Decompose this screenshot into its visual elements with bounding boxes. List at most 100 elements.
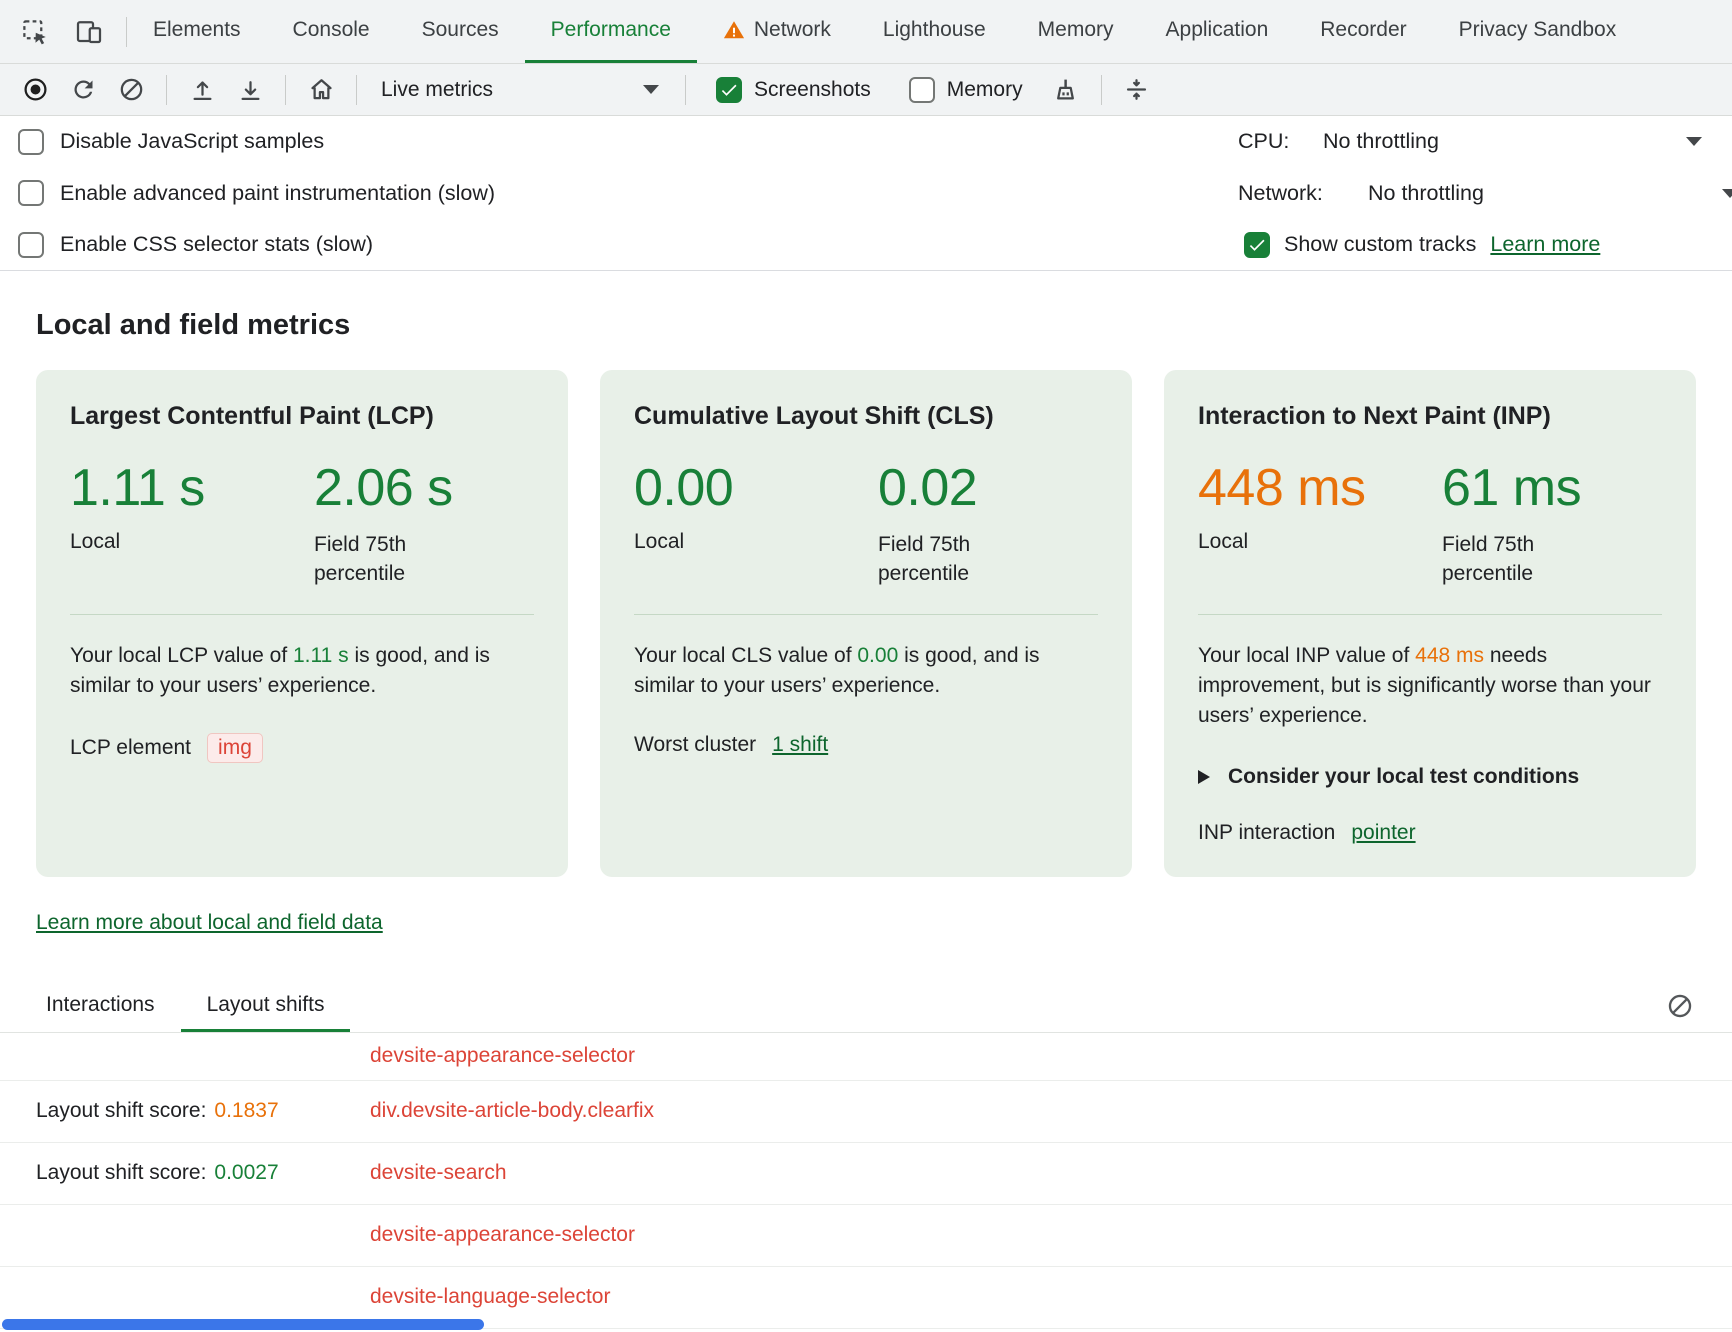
horizontal-scrollbar-thumb[interactable] bbox=[2, 1319, 484, 1330]
collect-garbage-icon[interactable] bbox=[1045, 70, 1087, 110]
local-label: Local bbox=[70, 530, 314, 554]
clear-log-icon[interactable] bbox=[1664, 990, 1696, 1022]
cls-local-value: 0.00 bbox=[634, 461, 878, 516]
lcp-description: Your local LCP value of 1.11 s is good, … bbox=[70, 641, 534, 701]
disable-js-samples-checkbox[interactable] bbox=[18, 129, 44, 155]
desc-value: 448 ms bbox=[1415, 644, 1484, 667]
layout-shifts-log: devsite-appearance-selector Layout shift… bbox=[0, 1033, 1732, 1332]
separator bbox=[1101, 75, 1102, 105]
tab-network[interactable]: Network bbox=[697, 0, 857, 63]
page-title: Local and field metrics bbox=[36, 309, 1732, 342]
live-metrics-log-tabs: Interactions Layout shifts bbox=[0, 981, 1732, 1033]
tab-label: Application bbox=[1166, 18, 1269, 42]
devtools-tabbar: Elements Console Sources Performance Net… bbox=[0, 0, 1732, 64]
local-field-data-learn-more-link[interactable]: Learn more about local and field data bbox=[36, 911, 383, 935]
inp-interaction-label: INP interaction bbox=[1198, 821, 1335, 845]
chevron-down-icon[interactable] bbox=[1722, 189, 1732, 198]
lcp-field-value: 2.06 s bbox=[314, 461, 453, 516]
inp-local-value: 448 ms bbox=[1198, 461, 1442, 516]
cls-description: Your local CLS value of 0.00 is good, an… bbox=[634, 641, 1098, 701]
inspect-element-icon[interactable] bbox=[18, 15, 52, 49]
separator bbox=[166, 75, 167, 105]
tab-recorder[interactable]: Recorder bbox=[1294, 0, 1432, 63]
local-label: Local bbox=[1198, 530, 1442, 554]
screenshots-checkbox[interactable] bbox=[716, 77, 742, 103]
record-and-reload-button[interactable] bbox=[62, 70, 104, 110]
tab-layout-shifts[interactable]: Layout shifts bbox=[181, 981, 351, 1032]
tab-label: Performance bbox=[551, 18, 671, 42]
local-test-conditions-expander[interactable]: Consider your local test conditions bbox=[1198, 765, 1662, 789]
card-title: Interaction to Next Paint (INP) bbox=[1198, 402, 1662, 431]
tab-label: Console bbox=[293, 18, 370, 42]
element-link[interactable]: devsite-language-selector bbox=[370, 1285, 610, 1309]
metric-card-lcp: Largest Contentful Paint (LCP) 1.11 s Lo… bbox=[36, 370, 568, 877]
element-link[interactable]: devsite-appearance-selector bbox=[370, 1044, 635, 1068]
memory-checkbox[interactable] bbox=[909, 77, 935, 103]
element-link[interactable]: div.devsite-article-body.clearfix bbox=[370, 1099, 654, 1123]
tab-privacy-sandbox[interactable]: Privacy Sandbox bbox=[1433, 0, 1643, 63]
desc-value: 0.00 bbox=[857, 644, 898, 667]
card-title: Cumulative Layout Shift (CLS) bbox=[634, 402, 1098, 431]
tab-memory[interactable]: Memory bbox=[1012, 0, 1140, 63]
desc-text: Your local CLS value of bbox=[634, 644, 857, 667]
setting-label: Enable CSS selector stats (slow) bbox=[60, 232, 373, 257]
home-icon[interactable] bbox=[300, 70, 342, 110]
field-label: Field 75th percentile bbox=[314, 530, 446, 588]
css-selector-stats-checkbox[interactable] bbox=[18, 232, 44, 258]
save-profile-icon[interactable] bbox=[229, 70, 271, 110]
score-label: Layout shift score: bbox=[36, 1099, 206, 1122]
tab-sources[interactable]: Sources bbox=[396, 0, 525, 63]
tab-console[interactable]: Console bbox=[267, 0, 396, 63]
capture-settings: Disable JavaScript samples Enable advanc… bbox=[0, 116, 1732, 271]
separator bbox=[285, 75, 286, 105]
tab-elements[interactable]: Elements bbox=[127, 0, 267, 63]
custom-tracks-label: Show custom tracks bbox=[1284, 232, 1476, 257]
cpu-throttling-select[interactable]: No throttling bbox=[1323, 129, 1439, 154]
score-value: 0.0027 bbox=[214, 1161, 278, 1184]
element-link[interactable]: devsite-search bbox=[370, 1161, 507, 1185]
table-row: devsite-appearance-selector bbox=[0, 1205, 1732, 1267]
table-row: Layout shift score:0.1837 div.devsite-ar… bbox=[0, 1081, 1732, 1143]
worst-cluster-link[interactable]: 1 shift bbox=[772, 733, 828, 757]
desc-text: Your local INP value of bbox=[1198, 644, 1415, 667]
custom-tracks-row: Show custom tracks Learn more bbox=[1238, 219, 1732, 271]
expander-label: Consider your local test conditions bbox=[1228, 765, 1579, 789]
inp-description: Your local INP value of 448 ms needs imp… bbox=[1198, 641, 1662, 731]
custom-tracks-learn-more-link[interactable]: Learn more bbox=[1490, 232, 1600, 257]
inp-interaction-link[interactable]: pointer bbox=[1351, 821, 1415, 845]
metric-card-cls: Cumulative Layout Shift (CLS) 0.00 Local… bbox=[600, 370, 1132, 877]
record-button[interactable] bbox=[14, 70, 56, 110]
element-link[interactable]: devsite-appearance-selector bbox=[370, 1223, 635, 1247]
tab-label: Lighthouse bbox=[883, 18, 986, 42]
lcp-element-node-link[interactable]: img bbox=[207, 733, 263, 763]
chevron-down-icon[interactable] bbox=[1686, 137, 1702, 146]
expander-triangle-icon bbox=[1198, 770, 1210, 784]
score-cell: Layout shift score: 0.0027 bbox=[36, 1161, 370, 1185]
cpu-label: CPU: bbox=[1238, 129, 1323, 154]
tab-interactions[interactable]: Interactions bbox=[20, 981, 181, 1032]
advanced-paint-checkbox[interactable] bbox=[18, 180, 44, 206]
card-title: Largest Contentful Paint (LCP) bbox=[70, 402, 534, 431]
cpu-throttling-row: CPU: No throttling bbox=[1238, 116, 1732, 168]
tab-performance[interactable]: Performance bbox=[525, 0, 697, 63]
load-profile-icon[interactable] bbox=[181, 70, 223, 110]
network-label: Network: bbox=[1238, 181, 1368, 206]
tab-application[interactable]: Application bbox=[1140, 0, 1295, 63]
device-toolbar-icon[interactable] bbox=[72, 15, 106, 49]
tab-lighthouse[interactable]: Lighthouse bbox=[857, 0, 1012, 63]
score-label: Layout shift score: bbox=[36, 1161, 206, 1184]
tab-label: Interactions bbox=[46, 993, 155, 1017]
tab-label: Privacy Sandbox bbox=[1459, 18, 1617, 42]
vertical-collapse-icon[interactable] bbox=[1116, 70, 1158, 110]
table-row: devsite-appearance-selector bbox=[0, 1033, 1732, 1081]
show-custom-tracks-checkbox[interactable] bbox=[1244, 232, 1270, 258]
panel-mode-select[interactable]: Live metrics bbox=[371, 70, 671, 110]
clear-button[interactable] bbox=[110, 70, 152, 110]
inp-field-value: 61 ms bbox=[1442, 461, 1581, 516]
tab-label: Layout shifts bbox=[207, 993, 325, 1017]
network-throttling-select[interactable]: No throttling bbox=[1368, 181, 1484, 206]
divider bbox=[634, 614, 1098, 615]
screenshots-label: Screenshots bbox=[754, 78, 871, 102]
field-label: Field 75th percentile bbox=[1442, 530, 1574, 588]
panel-mode-value: Live metrics bbox=[381, 78, 493, 102]
